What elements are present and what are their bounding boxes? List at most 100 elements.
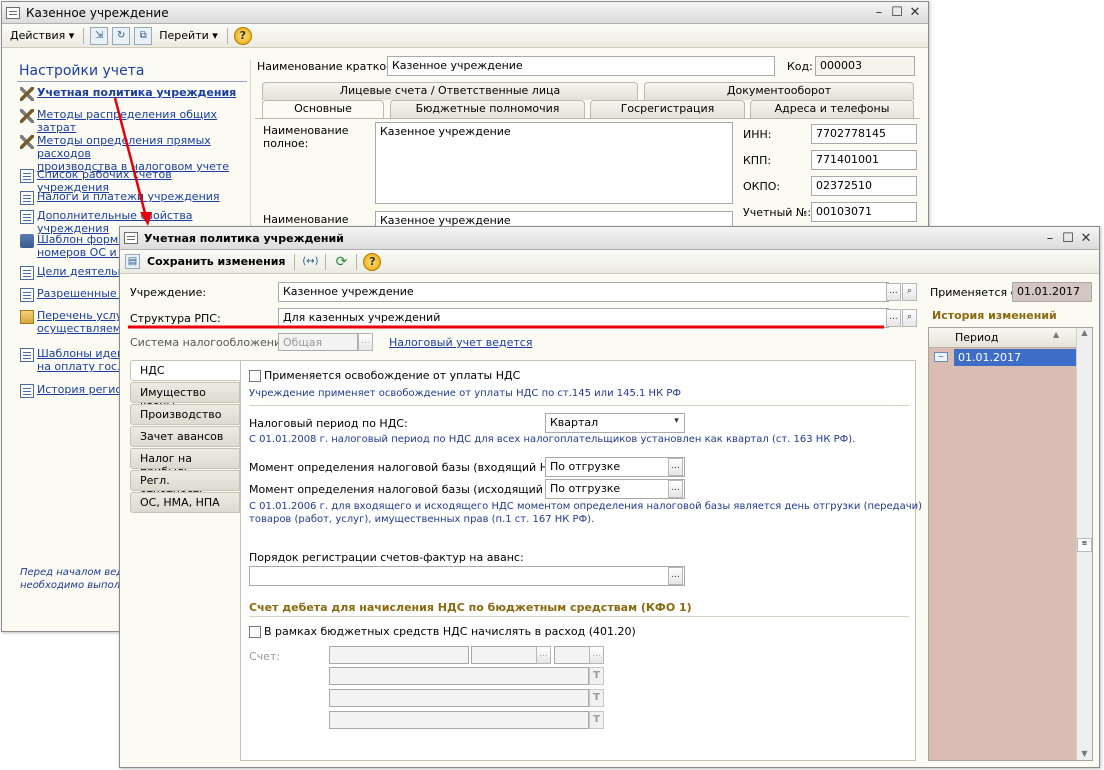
refresh-icon[interactable]: ↻ — [112, 26, 131, 45]
account-field-2 — [471, 646, 537, 664]
close-icon[interactable]: ✕ — [906, 5, 924, 20]
institution-field[interactable]: Казенное учреждение — [278, 282, 889, 302]
tab-accounts[interactable]: Лицевые счета / Ответственные лица — [262, 82, 638, 100]
history-header: Период ▲ — [929, 328, 1092, 348]
toolbar-separator — [226, 27, 228, 44]
expand-icon[interactable]: (↔) — [301, 253, 319, 271]
help-icon[interactable]: ? — [233, 26, 252, 45]
vat-exempt-checkbox[interactable]: Применяется освобождение от уплаты НДС — [249, 369, 520, 382]
inn-label: ИНН: — [743, 128, 772, 141]
tax-accounting-link[interactable]: Налоговый учет ведется — [389, 336, 532, 349]
history-row[interactable]: ~ 01.01.2017 — [929, 348, 1092, 366]
scroll-thumb[interactable]: ≡ — [1077, 538, 1092, 552]
code-field[interactable]: 000003 — [815, 56, 915, 76]
back-window-toolbar: Действия ▾ ⇲ ↻ ⧉ Перейти ▾ ? — [2, 24, 928, 48]
document-icon — [20, 266, 34, 280]
toolbar-separator — [294, 253, 296, 270]
table-icon — [124, 232, 138, 244]
scroll-up-icon[interactable]: ▲ — [1077, 328, 1092, 344]
select-button[interactable]: ... — [668, 480, 683, 498]
invoice-order-field[interactable] — [249, 566, 685, 586]
help-icon[interactable]: ? — [363, 252, 382, 271]
maximize-icon[interactable]: ☐ — [1059, 231, 1077, 246]
vtab-production[interactable]: Производство — [130, 404, 240, 425]
goto-menu[interactable]: Перейти ▾ — [156, 28, 221, 43]
vtab-fixed-assets[interactable]: ОС, НМА, НПА — [130, 492, 240, 513]
tab-document-flow[interactable]: Документооборот — [644, 82, 914, 100]
sidebar-splitter[interactable] — [250, 60, 251, 230]
search-icon[interactable]: ⌕ — [902, 309, 917, 327]
select-button[interactable]: ... — [886, 283, 901, 301]
document-icon — [20, 288, 34, 302]
checkbox-box[interactable] — [249, 625, 261, 638]
out-base-field[interactable]: По отгрузке — [545, 479, 685, 499]
scroll-down-icon[interactable]: ▼ — [1077, 749, 1092, 758]
truck-icon — [20, 234, 34, 248]
sort-icon[interactable]: ▲ — [1053, 330, 1059, 339]
analytics-field-1 — [329, 667, 589, 685]
tab-budget-powers[interactable]: Бюджетные полномочия — [390, 100, 585, 118]
select-button: ... — [589, 646, 604, 664]
select-button[interactable]: ... — [668, 567, 683, 585]
vtab-reg-reporting[interactable]: Регл. отчетность — [130, 470, 240, 500]
history-row-value[interactable]: 01.01.2017 — [954, 348, 1076, 366]
save-changes-icon[interactable]: ▤ — [125, 254, 140, 269]
tax-system-label: Система налогообложения: — [130, 336, 292, 349]
full-name-field[interactable]: Казенное учреждение — [375, 122, 733, 204]
history-scrollbar[interactable]: ▲ ≡ ▼ — [1076, 328, 1092, 760]
vat-period-label: Налоговый период по НДС: — [249, 417, 408, 430]
document-icon — [20, 384, 34, 398]
front-window-title: Учетная политика учреждений — [144, 231, 344, 245]
applies-from-field[interactable]: 01.01.2017 — [1012, 282, 1092, 302]
history-column-header[interactable]: Период — [955, 331, 999, 344]
acc-number-field[interactable]: 00103071 — [811, 202, 917, 222]
search-icon[interactable]: ⌕ — [902, 283, 917, 301]
document-icon — [20, 169, 34, 183]
sidebar-item[interactable]: Методы распределения общих затрат — [20, 108, 245, 134]
text-edit-icon: T — [589, 689, 604, 707]
sidebar-item[interactable]: Налоги и платежи учреждения — [20, 190, 245, 205]
sidebar-heading: Настройки учета — [19, 63, 145, 79]
okpo-label: ОКПО: — [743, 180, 781, 193]
rps-structure-label: Структура РПС: — [130, 312, 221, 325]
in-base-field[interactable]: По отгрузке — [545, 457, 685, 477]
vtab-profit-tax[interactable]: Налог на прибыль — [130, 448, 240, 478]
in-base-label: Момент определения налоговой базы (входя… — [249, 461, 573, 474]
copy-icon[interactable]: ⧉ — [134, 26, 153, 45]
minimize-icon[interactable]: – — [870, 5, 888, 20]
vtab-vat[interactable]: НДС — [130, 360, 248, 381]
tab-addresses[interactable]: Адреса и телефоны — [750, 100, 914, 118]
invoice-order-label: Порядок регистрации счетов-фактур на ава… — [249, 551, 524, 564]
budget-vat-checkbox[interactable]: В рамках бюджетных средств НДС начислять… — [249, 625, 636, 638]
okpo-field[interactable]: 02372510 — [811, 176, 917, 196]
kpp-field[interactable]: 771401001 — [811, 150, 917, 170]
short-name-label: Наименование краткое: — [257, 60, 397, 73]
minimize-icon[interactable]: – — [1041, 231, 1059, 246]
vat-period-select[interactable]: Квартал — [545, 413, 685, 433]
refresh-icon[interactable]: ⟳ — [332, 253, 350, 271]
inn-field[interactable]: 7702778145 — [811, 124, 917, 144]
save-icon[interactable]: ⇲ — [90, 26, 109, 45]
select-button[interactable]: ... — [886, 309, 901, 327]
sidebar-item[interactable]: Учетная политика учреждения — [20, 86, 245, 101]
maximize-icon[interactable]: ☐ — [888, 5, 906, 20]
front-window-toolbar: ▤ Сохранить изменения (↔) ⟳ ? — [120, 250, 1099, 274]
rps-structure-field[interactable]: Для казенных учреждений — [278, 308, 889, 328]
tab-main[interactable]: Основные — [262, 100, 384, 118]
institution-label: Учреждение: — [130, 286, 207, 299]
close-icon[interactable]: ✕ — [1077, 231, 1095, 246]
divider — [249, 616, 909, 617]
short-name-field[interactable]: Казенное учреждение — [387, 56, 775, 76]
checkbox-box[interactable] — [249, 369, 261, 382]
vtab-treasury-property[interactable]: Имущество казны — [130, 382, 240, 412]
actions-menu[interactable]: Действия ▾ — [7, 28, 77, 43]
window-app-icon — [6, 6, 20, 19]
tab-state-registration[interactable]: Госрегистрация — [590, 100, 745, 118]
save-changes-button[interactable]: Сохранить изменения — [144, 254, 288, 269]
select-button[interactable]: ... — [668, 458, 683, 476]
applies-from-label: Применяется с: — [930, 286, 1021, 299]
dropdown-arrow-icon[interactable]: ▾ — [669, 414, 684, 432]
tools-icon — [20, 87, 34, 101]
back-window-titlebar: Казенное учреждение – ☐ ✕ — [2, 2, 928, 24]
vtab-advance-offset[interactable]: Зачет авансов — [130, 426, 240, 447]
